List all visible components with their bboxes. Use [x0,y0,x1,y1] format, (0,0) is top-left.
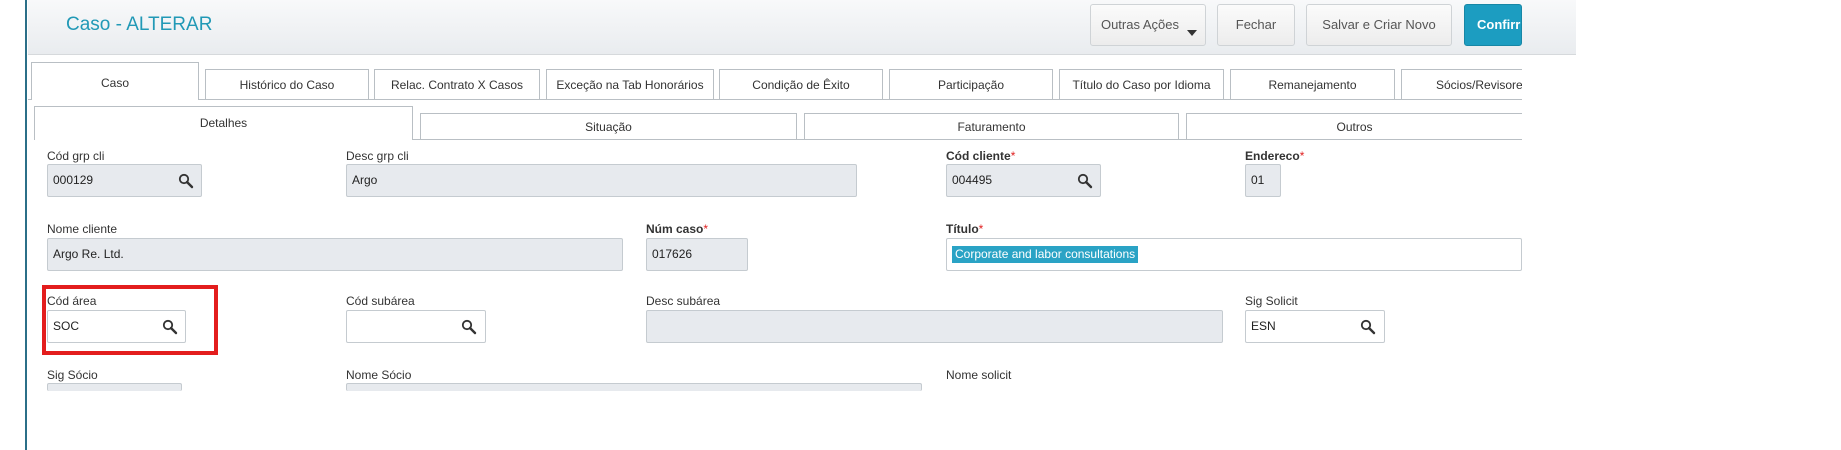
sig-socio-field[interactable] [47,383,182,391]
close-button[interactable]: Fechar [1217,4,1295,46]
search-icon[interactable] [1077,173,1093,189]
required-marker: * [978,222,984,236]
cod-grp-cli-label: Cód grp cli [47,149,105,163]
left-border-line [25,0,27,450]
cod-grp-cli-value: 000129 [53,173,94,187]
page-title: Caso - ALTERAR [66,14,213,35]
num-caso-value: 017626 [652,247,693,261]
tab-participacao[interactable]: Participação [889,69,1053,99]
confirm-button[interactable]: Confirr [1464,4,1522,46]
endereco-field[interactable]: 01 [1245,164,1281,197]
tab-titulo-idioma[interactable]: Título do Caso por Idioma [1059,69,1224,99]
num-caso-field[interactable]: 017626 [646,238,748,271]
nome-socio-field[interactable] [346,383,922,391]
sig-solicit-field[interactable]: ESN [1245,310,1385,343]
cod-subarea-field[interactable] [346,310,486,343]
num-caso-label: Núm caso* [646,222,709,236]
nome-cliente-field[interactable]: Argo Re. Ltd. [47,238,623,271]
sig-solicit-label: Sig Solicit [1245,294,1298,308]
endereco-label: Endereco* [1245,149,1305,163]
cod-cliente-value: 004495 [952,173,993,187]
sig-solicit-value: ESN [1251,319,1276,333]
desc-subarea-label: Desc subárea [646,294,721,308]
desc-grp-cli-field[interactable]: Argo [346,164,857,197]
nome-cliente-label: Nome cliente [47,222,118,236]
subtab-faturamento[interactable]: Faturamento [804,113,1179,139]
cod-grp-cli-field[interactable]: 000129 [47,164,202,197]
required-marker: * [1010,149,1016,163]
sig-socio-label: Sig Sócio [47,368,98,382]
sub-tab-divider [413,139,1522,140]
save-and-new-button[interactable]: Salvar e Criar Novo [1306,4,1452,46]
tab-remanejamento[interactable]: Remanejamento [1230,69,1395,99]
other-actions-label: Outras Ações [1100,17,1180,32]
tab-socios-revisores[interactable]: Sócios/Revisore [1401,69,1522,99]
main-tab-divider [28,99,31,100]
endereco-value: 01 [1251,173,1265,187]
required-marker: * [703,222,709,236]
tab-condicao-exito[interactable]: Condição de Êxito [719,69,883,99]
highlight-annotation [42,285,218,355]
subtab-situacao[interactable]: Situação [420,113,797,139]
desc-grp-cli-label: Desc grp cli [346,149,409,163]
nome-cliente-value: Argo Re. Ltd. [53,247,124,261]
desc-subarea-field[interactable] [646,310,1223,343]
chevron-down-icon [1187,30,1197,36]
tab-relac-contrato[interactable]: Relac. Contrato X Casos [374,69,540,99]
titulo-label: Título* [946,222,984,236]
main-tab-divider [199,99,1522,100]
tab-excecao-honorarios[interactable]: Exceção na Tab Honorários [546,69,714,99]
titulo-field[interactable]: Corporate and labor consultations [946,238,1522,271]
other-actions-button[interactable]: Outras Ações [1090,4,1206,46]
desc-grp-cli-value: Argo [352,173,378,187]
search-icon[interactable] [461,319,477,335]
cod-cliente-field[interactable]: 004495 [946,164,1101,197]
nome-solicit-label: Nome solicit [946,368,1012,382]
search-icon[interactable] [1360,319,1376,335]
tab-caso[interactable]: Caso [31,62,199,100]
cod-cliente-label: Cód cliente* [946,149,1016,163]
subtab-detalhes[interactable]: Detalhes [34,106,413,140]
titulo-value: Corporate and labor consultations [952,246,1139,263]
tab-historico-caso[interactable]: Histórico do Caso [205,69,369,99]
required-marker: * [1299,149,1305,163]
subtab-outros[interactable]: Outros [1186,113,1522,139]
cod-subarea-label: Cód subárea [346,294,415,308]
nome-socio-label: Nome Sócio [346,368,412,382]
search-icon[interactable] [178,173,194,189]
